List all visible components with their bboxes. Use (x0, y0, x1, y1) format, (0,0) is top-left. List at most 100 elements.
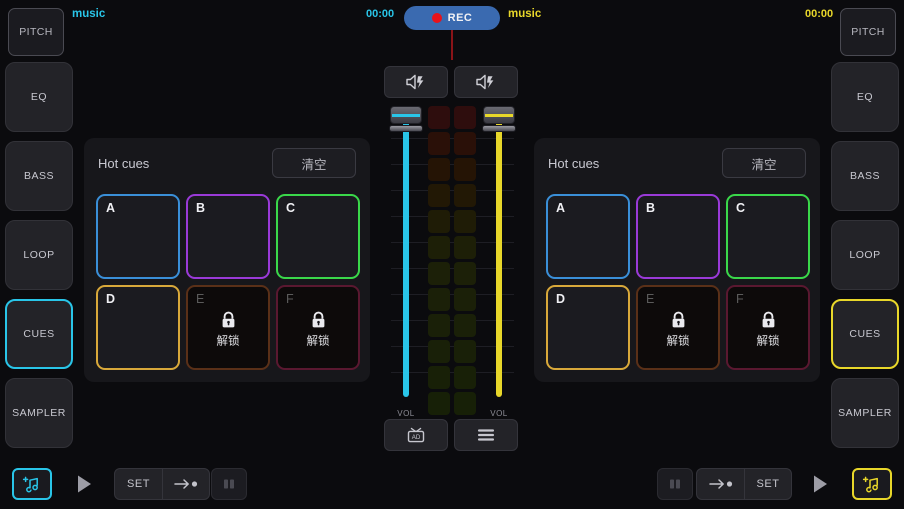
sidebar-item-eq-deck-a[interactable]: EQ (5, 62, 73, 132)
vu-meter-cell (454, 236, 476, 259)
volume-label-deck-a: VOL (397, 409, 415, 418)
cue-pad-lock-group: 解锁 (638, 310, 718, 348)
sidebar-item-bass-deck-b[interactable]: BASS (831, 141, 899, 211)
clear-cues-label: 清空 (751, 157, 777, 172)
center-mixer: VOL VOL AD (383, 62, 522, 459)
set-button-deck-b[interactable]: SET (744, 469, 791, 499)
sidebar-item-label: EQ (30, 91, 48, 103)
vu-meter (428, 106, 476, 415)
add-music-note-icon (862, 474, 882, 494)
sidebar-item-loop-deck-a[interactable]: LOOP (5, 220, 73, 290)
ad-button[interactable]: AD (384, 419, 448, 451)
track-title-deck-a: music (72, 8, 106, 20)
cue-set-group-deck-b: SET (696, 468, 792, 500)
cue-pad-b-deck-b[interactable]: B (636, 194, 720, 279)
cue-set-group-deck-a: SET (114, 468, 210, 500)
play-icon (810, 473, 830, 495)
fader-track[interactable] (496, 114, 502, 397)
pause-button-deck-b[interactable] (657, 468, 693, 500)
cue-pad-lock-group: 解锁 (278, 310, 358, 348)
menu-button[interactable] (454, 419, 518, 451)
dj-mixer-app: PITCH music 00:00 REC music 00:00 PITCH … (0, 0, 904, 509)
sidebar-item-loop-deck-b[interactable]: LOOP (831, 220, 899, 290)
cue-pad-lock-label: 解锁 (306, 335, 330, 348)
clear-cues-button-deck-a[interactable]: 清空 (272, 148, 356, 178)
fader-track[interactable] (403, 114, 409, 397)
cue-pad-f-deck-a[interactable]: F 解锁 (276, 285, 360, 370)
cue-pad-lock-group: 解锁 (188, 310, 268, 348)
sidebar-item-bass-deck-a[interactable]: BASS (5, 141, 73, 211)
sidebar-item-cues-deck-b[interactable]: CUES (831, 299, 899, 369)
volume-fader-deck-a[interactable]: VOL (389, 106, 423, 418)
cue-pad-a-deck-a[interactable]: A (96, 194, 180, 279)
pause-icon (667, 477, 683, 491)
speaker-button-deck-a[interactable] (384, 66, 448, 98)
top-bar: PITCH music 00:00 REC music 00:00 PITCH (0, 0, 904, 62)
pitch-button-deck-a[interactable]: PITCH (8, 8, 64, 56)
vu-meter-cell (428, 184, 450, 207)
vu-meter-cell (454, 106, 476, 129)
cue-jump-button-deck-a[interactable] (162, 469, 209, 499)
clear-cues-label: 清空 (301, 157, 327, 172)
track-title-deck-b: music (508, 8, 542, 20)
sidebar-item-eq-deck-b[interactable]: EQ (831, 62, 899, 132)
vu-meter-cell (428, 106, 450, 129)
set-button-deck-a[interactable]: SET (115, 469, 162, 499)
cue-pad-letter: D (556, 292, 566, 306)
hot-cues-panel-deck-b: Hot cues 清空 A B C D E 解锁 F 解锁 (534, 138, 820, 382)
sidebar-deck-b: EQ BASS LOOP CUES SAMPLER (824, 62, 904, 459)
cue-pad-e-deck-b[interactable]: E 解锁 (636, 285, 720, 370)
cue-pad-letter: E (646, 292, 655, 306)
ad-tv-icon: AD (405, 425, 427, 445)
fader-cap (389, 125, 423, 132)
speaker-button-deck-b[interactable] (454, 66, 518, 98)
vu-meter-cell (428, 288, 450, 311)
cue-pad-letter: F (286, 292, 294, 306)
cue-pad-letter: A (106, 201, 116, 215)
vu-meter-cell (454, 158, 476, 181)
cue-pad-a-deck-b[interactable]: A (546, 194, 630, 279)
sidebar-item-sampler-deck-b[interactable]: SAMPLER (831, 378, 899, 448)
sidebar-item-label: SAMPLER (838, 407, 892, 419)
cue-jump-button-deck-b[interactable] (697, 469, 744, 499)
vu-meter-cell (428, 340, 450, 363)
cue-pad-b-deck-a[interactable]: B (186, 194, 270, 279)
cue-pad-d-deck-b[interactable]: D (546, 285, 630, 370)
clear-cues-button-deck-b[interactable]: 清空 (722, 148, 806, 178)
vu-meter-cell (428, 236, 450, 259)
fader-handle[interactable] (483, 106, 515, 124)
cue-pad-letter: A (556, 201, 566, 215)
meter-area: VOL VOL (383, 106, 522, 418)
add-music-note-icon (22, 474, 42, 494)
record-button[interactable]: REC (404, 6, 500, 30)
cue-pad-grid-deck-b: A B C D E 解锁 F 解锁 (546, 194, 810, 370)
volume-fader-deck-b[interactable]: VOL (482, 106, 516, 418)
pitch-button-label: PITCH (851, 26, 885, 38)
fader-handle[interactable] (390, 106, 422, 124)
cue-pad-c-deck-a[interactable]: C (276, 194, 360, 279)
play-button-deck-a[interactable] (62, 468, 106, 500)
pitch-button-label: PITCH (19, 26, 53, 38)
cue-pad-d-deck-a[interactable]: D (96, 285, 180, 370)
cue-pad-e-deck-a[interactable]: E 解锁 (186, 285, 270, 370)
pitch-button-deck-b[interactable]: PITCH (840, 8, 896, 56)
pause-button-deck-a[interactable] (211, 468, 247, 500)
sidebar-item-label: BASS (849, 170, 880, 182)
add-music-button-deck-b[interactable] (852, 468, 892, 500)
vu-meter-cell (454, 314, 476, 337)
add-music-button-deck-a[interactable] (12, 468, 52, 500)
cue-pad-letter: F (736, 292, 744, 306)
sidebar-item-cues-deck-a[interactable]: CUES (5, 299, 73, 369)
lock-icon (760, 310, 777, 329)
cue-pad-c-deck-b[interactable]: C (726, 194, 810, 279)
sidebar-item-label: SAMPLER (12, 407, 66, 419)
elapsed-time-deck-b: 00:00 (805, 8, 834, 20)
sidebar-item-sampler-deck-a[interactable]: SAMPLER (5, 378, 73, 448)
play-button-deck-b[interactable] (798, 468, 842, 500)
lock-icon (670, 310, 687, 329)
set-button-label: SET (756, 478, 780, 490)
cue-pad-letter: B (646, 201, 656, 215)
record-button-label: REC (447, 12, 473, 24)
arrow-to-dot-icon (707, 477, 735, 491)
cue-pad-f-deck-b[interactable]: F 解锁 (726, 285, 810, 370)
